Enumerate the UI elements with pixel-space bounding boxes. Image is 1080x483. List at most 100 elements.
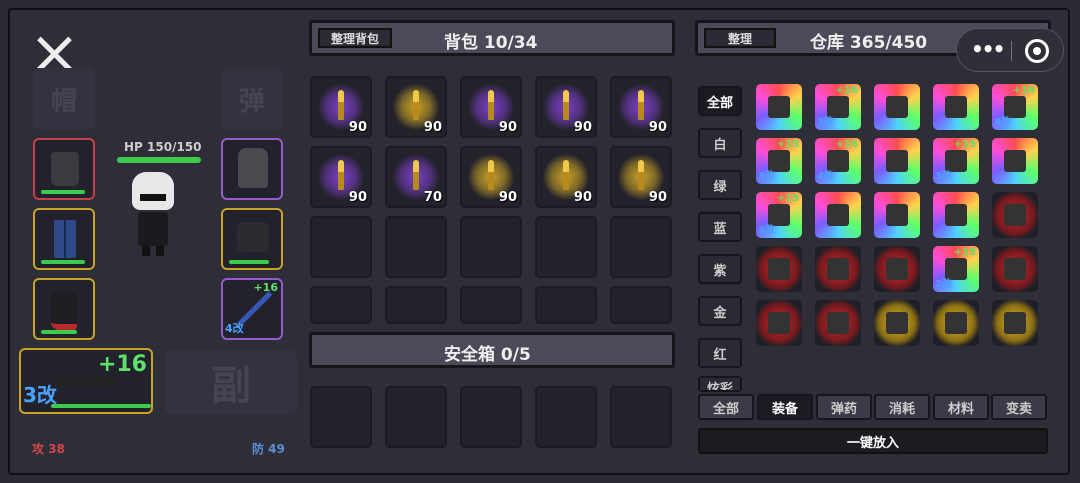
backpack-slot[interactable]: 90	[535, 76, 597, 138]
warehouse-slot[interactable]	[756, 246, 802, 292]
category-tab-2[interactable]: 弹药	[816, 394, 872, 420]
warehouse-slot[interactable]	[756, 300, 802, 346]
warehouse-slot[interactable]	[992, 138, 1038, 184]
helmet-slot-empty[interactable]: 帽	[33, 68, 95, 130]
backpack-slot[interactable]: 70	[385, 146, 447, 208]
backpack-slot[interactable]: 90	[310, 146, 372, 208]
warehouse-slot[interactable]	[874, 300, 920, 346]
pants-icon	[54, 220, 76, 258]
equip-backpack-slot[interactable]	[221, 138, 283, 200]
category-tab-1[interactable]: 装备	[757, 394, 813, 420]
rarity-filter-1[interactable]: 白	[698, 128, 742, 158]
backpack-slot[interactable]: 90	[535, 146, 597, 208]
backpack-slot[interactable]: 90	[610, 76, 672, 138]
item-plus: +15	[776, 139, 799, 150]
backpack-slot[interactable]	[535, 286, 597, 324]
warehouse-slot[interactable]	[992, 300, 1038, 346]
warehouse-slot[interactable]	[992, 246, 1038, 292]
backpack-slot[interactable]: 90	[460, 146, 522, 208]
category-tab-3[interactable]: 消耗	[874, 394, 930, 420]
backpack-slot[interactable]	[310, 286, 372, 324]
warehouse-slot[interactable]: +15 3改	[756, 138, 802, 184]
warehouse-slot[interactable]	[874, 84, 920, 130]
more-icon[interactable]: •••	[971, 39, 1005, 59]
backpack-slot[interactable]	[310, 216, 372, 278]
put-all-button[interactable]: 一键放入	[698, 428, 1048, 454]
smg-icon	[945, 312, 967, 334]
warehouse-slot[interactable]	[874, 192, 920, 238]
rarity-filter-0[interactable]: 全部	[698, 86, 742, 116]
safebox-slot[interactable]	[610, 386, 672, 448]
warehouse-slot[interactable]	[933, 300, 979, 346]
item-mod: 3改	[758, 171, 775, 182]
equip-gloves-slot[interactable]	[221, 208, 283, 270]
equip-primary-weapon-slot[interactable]: +16 3改	[19, 348, 153, 414]
item-mod: 3改	[935, 171, 952, 182]
warehouse-slot[interactable]: +15 3改	[756, 192, 802, 238]
warehouse-slot[interactable]	[874, 138, 920, 184]
sort-backpack-button[interactable]: 整理背包	[318, 28, 392, 48]
backpack-slot[interactable]: 90	[385, 76, 447, 138]
category-tab-5[interactable]: 变卖	[991, 394, 1047, 420]
warehouse-slot[interactable]: +15 3改	[933, 138, 979, 184]
vest-icon	[1004, 204, 1026, 226]
rarity-filter-2[interactable]: 绿	[698, 170, 742, 200]
warehouse-slot[interactable]	[992, 192, 1038, 238]
menu-capsule: •••	[956, 28, 1064, 72]
equip-pants-slot[interactable]	[33, 208, 95, 270]
warehouse-slot[interactable]	[933, 192, 979, 238]
rarity-filter-5[interactable]: 金	[698, 296, 742, 326]
exit-icon[interactable]	[1025, 39, 1049, 63]
backpack-slot[interactable]	[385, 216, 447, 278]
item-count: 90	[498, 190, 517, 205]
equip-vest-slot[interactable]	[33, 138, 95, 200]
warehouse-slot[interactable]: +16 3改	[815, 84, 861, 130]
item-count: 90	[423, 120, 442, 135]
equip-sword-slot[interactable]: +16 4改	[221, 278, 283, 340]
backpack-slot[interactable]	[460, 216, 522, 278]
warehouse-slot[interactable]	[874, 246, 920, 292]
weapon-plus: +16	[97, 352, 147, 377]
item-plus: +16	[1012, 85, 1035, 96]
rarity-filter-4[interactable]: 紫	[698, 254, 742, 284]
sort-warehouse-button[interactable]: 整理	[704, 28, 776, 48]
warehouse-slot[interactable]	[933, 84, 979, 130]
sword-plus: +16	[253, 281, 278, 294]
category-tab-4[interactable]: 材料	[933, 394, 989, 420]
vest-icon	[51, 152, 79, 186]
warehouse-slot[interactable]	[815, 192, 861, 238]
item-mod: 4改	[994, 117, 1011, 128]
helmet-icon	[945, 96, 967, 118]
safebox-slot[interactable]	[460, 386, 522, 448]
glove-icon	[237, 222, 269, 252]
backpack-slot[interactable]	[385, 286, 447, 324]
backpack-slot[interactable]	[535, 216, 597, 278]
warehouse-slot[interactable]: +16 4改	[992, 84, 1038, 130]
rifle-icon	[57, 376, 117, 386]
rarity-filter-6[interactable]: 红	[698, 338, 742, 368]
safebox-slot[interactable]	[385, 386, 447, 448]
backpack-slot[interactable]: 90	[610, 146, 672, 208]
close-icon[interactable]	[36, 36, 72, 72]
secondary-slot-empty[interactable]: 副	[165, 350, 297, 414]
safebox-slot[interactable]	[535, 386, 597, 448]
ammo-slot-empty[interactable]: 弹	[221, 68, 283, 130]
backpack-slot[interactable]	[460, 286, 522, 324]
backpack-slot[interactable]: 90	[310, 76, 372, 138]
safebox-slot[interactable]	[310, 386, 372, 448]
backpack-slot[interactable]	[610, 216, 672, 278]
pistol-icon	[827, 312, 849, 334]
rarity-filter-3[interactable]: 蓝	[698, 212, 742, 242]
backpack-slot[interactable]: 90	[460, 76, 522, 138]
warehouse-slot[interactable]	[756, 84, 802, 130]
category-tab-0[interactable]: 全部	[698, 394, 754, 420]
warehouse-slot[interactable]: +15 2改	[933, 246, 979, 292]
warehouse-slot[interactable]	[815, 300, 861, 346]
backpack-slot[interactable]	[610, 286, 672, 324]
warehouse-slot[interactable]: +16 4改	[815, 138, 861, 184]
rifle-icon	[1004, 258, 1026, 280]
rarity-filter-7[interactable]: 炫彩	[698, 376, 742, 392]
item-count: 90	[573, 190, 592, 205]
warehouse-slot[interactable]	[815, 246, 861, 292]
equip-boots-slot[interactable]	[33, 278, 95, 340]
